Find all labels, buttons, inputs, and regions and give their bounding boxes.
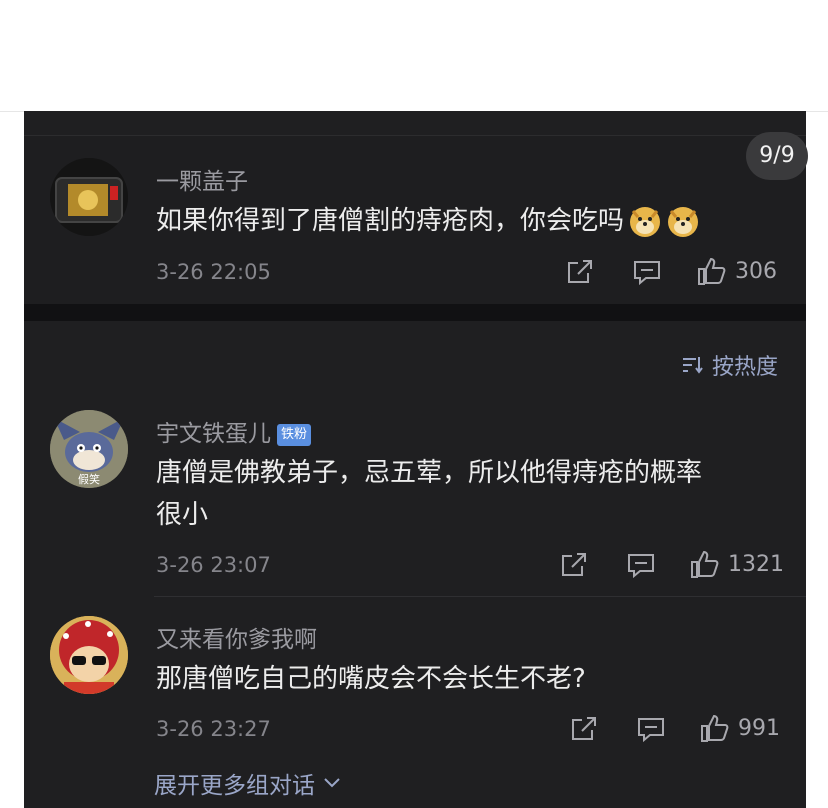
expand-more-replies-link[interactable]: 展开更多组对话 — [154, 766, 341, 800]
avatar[interactable]: 假笑 — [50, 410, 128, 488]
chevron-down-icon — [324, 778, 340, 788]
like-count: 306 — [735, 258, 777, 284]
post-username[interactable]: 一颗盖子 — [156, 162, 248, 196]
comment-button[interactable] — [633, 259, 661, 285]
like-button[interactable]: 1321 — [690, 549, 784, 579]
comment-divider — [154, 596, 806, 597]
share-button[interactable] — [570, 716, 598, 742]
like-button[interactable]: 306 — [697, 256, 777, 286]
expand-label: 展开更多组对话 — [154, 773, 315, 799]
post-text-body: 如果你得到了唐僧割的痔疮肉，你会吃吗 — [156, 206, 625, 236]
share-button[interactable] — [560, 552, 588, 578]
image-page-counter: 9/9 — [746, 132, 808, 180]
comment-button[interactable] — [627, 552, 655, 578]
like-count: 991 — [738, 715, 780, 741]
comment-button[interactable] — [637, 716, 665, 742]
like-count: 1321 — [728, 551, 784, 577]
share-button[interactable] — [566, 259, 594, 285]
share-icon — [572, 717, 596, 740]
avatar-caption: 假笑 — [78, 472, 100, 486]
comment-date: 3-26 23:27 — [156, 717, 271, 741]
thumbs-up-icon — [698, 257, 726, 285]
post-text: 如果你得到了唐僧割的痔疮肉，你会吃吗 — [156, 200, 700, 242]
sort-icon — [682, 357, 703, 374]
section-divider — [24, 304, 806, 321]
share-icon — [562, 553, 586, 576]
comment-username[interactable]: 宇文铁蛋儿 铁粉 — [156, 414, 312, 448]
comment-username[interactable]: 又来看你爹我啊 — [156, 620, 317, 654]
comment-text-line: 很小 — [156, 500, 209, 530]
comment-icon — [634, 261, 660, 285]
comment-icon — [628, 554, 654, 578]
post-date: 3-26 22:05 — [156, 260, 271, 284]
sort-label: 按热度 — [711, 355, 778, 380]
username-text: 宇文铁蛋儿 — [156, 421, 271, 447]
avatar[interactable] — [50, 158, 128, 236]
like-button[interactable]: 991 — [700, 713, 780, 743]
comment-date: 3-26 23:07 — [156, 553, 271, 577]
doge-icon — [630, 206, 661, 237]
share-icon — [568, 260, 592, 283]
comment-text-line: 那唐僧吃自己的嘴皮会不会长生不老? — [156, 664, 586, 694]
fan-badge: 铁粉 — [277, 423, 312, 446]
avatar[interactable] — [50, 616, 128, 694]
top-blank-area — [0, 0, 828, 112]
thumbs-up-icon — [701, 714, 729, 742]
comment-icon — [638, 718, 664, 742]
thumbs-up-icon — [691, 550, 719, 578]
sort-by-hot-button[interactable]: 按热度 — [682, 349, 778, 381]
comment-text-line: 唐僧是佛教弟子，忌五荤，所以他得痔疮的概率 — [156, 458, 703, 488]
doge-icon — [668, 206, 699, 237]
